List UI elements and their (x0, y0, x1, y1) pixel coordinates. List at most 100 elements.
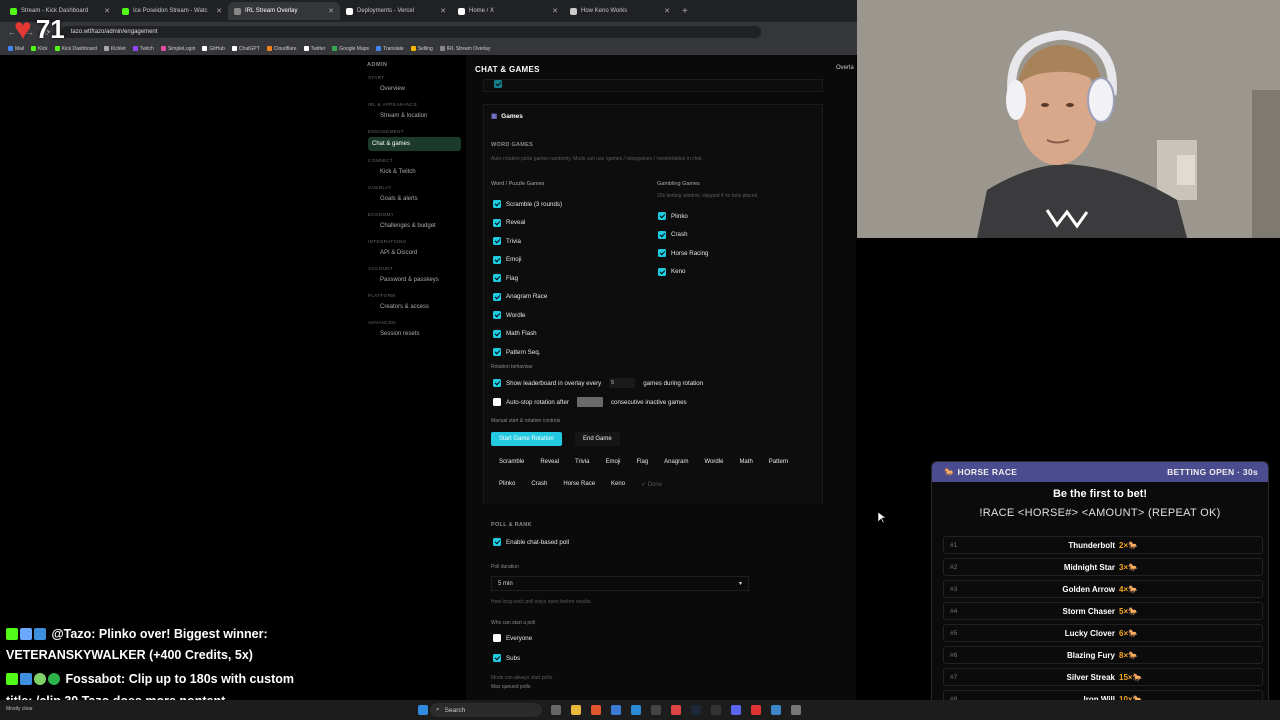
bookmark-item[interactable]: Kicklet (103, 46, 126, 52)
bookmark-item[interactable]: Mail (8, 46, 24, 52)
bookmark-item[interactable]: Cloudflare (266, 46, 297, 52)
manual-game-button[interactable]: Crash (523, 477, 555, 492)
manual-game-button[interactable]: Emoji (597, 455, 628, 469)
checkbox[interactable] (493, 255, 501, 264)
sidebar-item[interactable]: Session resets (368, 328, 461, 340)
manual-game-button[interactable]: Wordle (697, 455, 732, 469)
vscode-icon[interactable] (631, 705, 641, 715)
manual-game-button[interactable]: Math (731, 455, 760, 469)
task-view-icon[interactable] (551, 705, 561, 715)
bookmark-item[interactable]: ChatGPT (231, 46, 260, 52)
close-icon[interactable]: ✕ (440, 7, 446, 15)
checkbox[interactable] (494, 80, 502, 88)
manual-game-button[interactable]: Pattern (761, 455, 796, 469)
horse-icon: 🐎 (944, 466, 958, 477)
close-icon[interactable]: ✕ (664, 7, 670, 15)
checkbox[interactable] (493, 348, 501, 357)
rotation-heading: Rotation behaviour (491, 364, 533, 370)
manual-game-button[interactable]: Scramble (491, 455, 532, 469)
bookmark-item[interactable]: Twitter (303, 46, 325, 52)
manual-game-button[interactable]: Reveal (532, 455, 567, 469)
bookmark-item[interactable]: Kick (31, 46, 48, 52)
close-icon[interactable]: ✕ (552, 7, 558, 15)
start-rotation-button[interactable]: Start Game Rotation (491, 432, 562, 446)
overlay-tab[interactable]: Overla (836, 65, 854, 71)
checkbox[interactable] (658, 267, 666, 276)
steam-icon[interactable] (691, 705, 701, 715)
settings-icon[interactable] (791, 705, 801, 715)
bookmark-item[interactable]: Translate (376, 46, 404, 52)
mouse-cursor-icon (878, 512, 886, 524)
close-icon[interactable]: ✕ (104, 7, 110, 15)
discord-icon[interactable] (731, 705, 741, 715)
sidebar-item[interactable]: Chat & games (368, 137, 461, 151)
manual-game-button[interactable]: Plinko (491, 477, 523, 492)
browser-tab[interactable]: Deployments - Vercel ✕ (340, 2, 452, 20)
autostop-input[interactable] (576, 397, 603, 407)
sidebar-item[interactable]: Challenges & budget (368, 220, 461, 232)
bookmark-item[interactable]: Selling (410, 46, 433, 52)
manual-game-button[interactable]: Trivia (567, 455, 597, 469)
poll-duration-select[interactable]: 5 min ▾ (491, 576, 749, 591)
bookmark-favicon-icon (103, 46, 109, 51)
store-icon[interactable] (611, 705, 621, 715)
manual-game-button[interactable]: Keno (603, 477, 633, 492)
sidebar-item[interactable]: Goals & alerts (368, 193, 461, 205)
browser-tab[interactable]: Home / X ✕ (452, 2, 564, 20)
browser-tab[interactable]: Ice Poseidon Stream - Watc ✕ (116, 2, 228, 20)
checkbox[interactable] (493, 237, 501, 246)
manual-game-button[interactable]: Horse Race (555, 477, 603, 492)
new-tab-icon[interactable]: + (682, 6, 688, 17)
sidebar-item[interactable]: Overview (368, 83, 461, 95)
sidebar-item[interactable]: Password & passkeys (368, 274, 461, 286)
done-button[interactable]: ✓ Done (633, 477, 670, 492)
manual-game-button[interactable]: Flag (629, 455, 657, 469)
bookmark-item[interactable]: IRL Stream Overlay (439, 46, 490, 52)
browser-tab[interactable]: IRL Stream Overlay ✕ (228, 2, 340, 20)
sidebar-item[interactable]: Kick & Twitch (368, 166, 461, 178)
bookmark-item[interactable]: Twitch (132, 46, 154, 52)
file-explorer-icon[interactable] (571, 705, 581, 715)
leaderboard-checkbox[interactable] (493, 379, 501, 387)
game-label: Trivia (506, 237, 521, 245)
firefox-icon[interactable] (591, 705, 601, 715)
poll-subs-checkbox[interactable] (493, 654, 501, 662)
checkbox[interactable] (493, 218, 501, 227)
browser-tab[interactable]: How Keno Works ✕ (564, 2, 676, 20)
leaderboard-label: Show leaderboard in overlay every (506, 379, 602, 387)
app-icon[interactable] (771, 705, 781, 715)
chrome-icon[interactable] (671, 705, 681, 715)
sidebar-item[interactable]: Creators & access (368, 301, 461, 313)
bookmark-item[interactable]: SimpleLogin (160, 46, 195, 52)
bookmark-item[interactable]: GitHub (202, 46, 225, 52)
checkbox[interactable] (493, 311, 501, 320)
autostop-checkbox[interactable] (493, 398, 501, 406)
horse-rank: #6 (950, 651, 958, 659)
checkbox[interactable] (658, 212, 666, 221)
checkbox[interactable] (493, 292, 501, 301)
checkbox[interactable] (493, 274, 501, 283)
leaderboard-interval-input[interactable]: 5 (609, 378, 636, 388)
bookmark-item[interactable]: Google Maps (332, 46, 369, 52)
poll-everyone-checkbox[interactable] (493, 634, 501, 642)
obs-icon[interactable] (751, 705, 761, 715)
end-game-button[interactable]: End Game (575, 432, 620, 446)
sidebar-item[interactable]: API & Discord (368, 247, 461, 259)
taskbar-search[interactable]: ⌕ Search (430, 703, 542, 717)
windows-start-icon[interactable] (418, 705, 428, 715)
checkbox[interactable] (493, 200, 501, 209)
capcut-icon[interactable] (711, 705, 721, 715)
terminal-icon[interactable] (651, 705, 661, 715)
close-icon[interactable]: ✕ (328, 7, 334, 15)
address-bar[interactable]: tazo.wtf/tazo/admin/engagement (60, 26, 761, 38)
checkbox[interactable] (493, 329, 501, 338)
manual-game-button[interactable]: Anagram (656, 455, 696, 469)
close-icon[interactable]: ✕ (216, 7, 222, 15)
tab-label: Deployments - Vercel (357, 8, 415, 14)
poll-enable-checkbox[interactable] (493, 538, 501, 546)
checkbox[interactable] (658, 230, 666, 239)
bookmark-item[interactable]: Kick Dashboard (54, 46, 97, 52)
sidebar-item[interactable]: Stream & location (368, 110, 461, 122)
checkbox[interactable] (658, 249, 666, 258)
horse-rank: #7 (950, 673, 958, 681)
